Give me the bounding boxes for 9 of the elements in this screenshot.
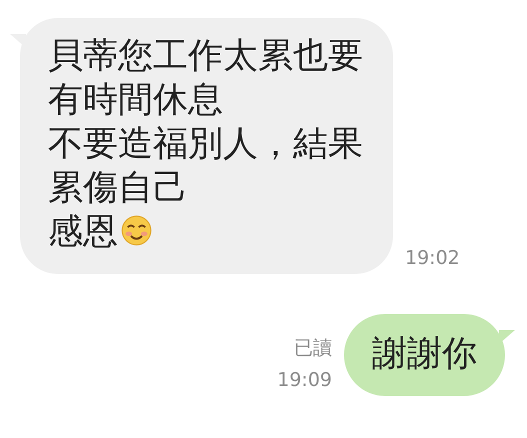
message-text: 謝謝你: [372, 334, 477, 374]
message-text: 不要造福別人，結果: [48, 124, 363, 164]
message-time: 19:02: [405, 246, 460, 271]
message-text: 感恩: [48, 212, 118, 252]
message-text: 累傷自己: [48, 168, 188, 208]
message-time: 19:09: [277, 368, 332, 393]
message-text: 貝蒂您工作太累也要: [48, 36, 363, 76]
read-receipt: 已讀: [294, 336, 332, 361]
message-text: 有時間休息: [48, 80, 223, 120]
